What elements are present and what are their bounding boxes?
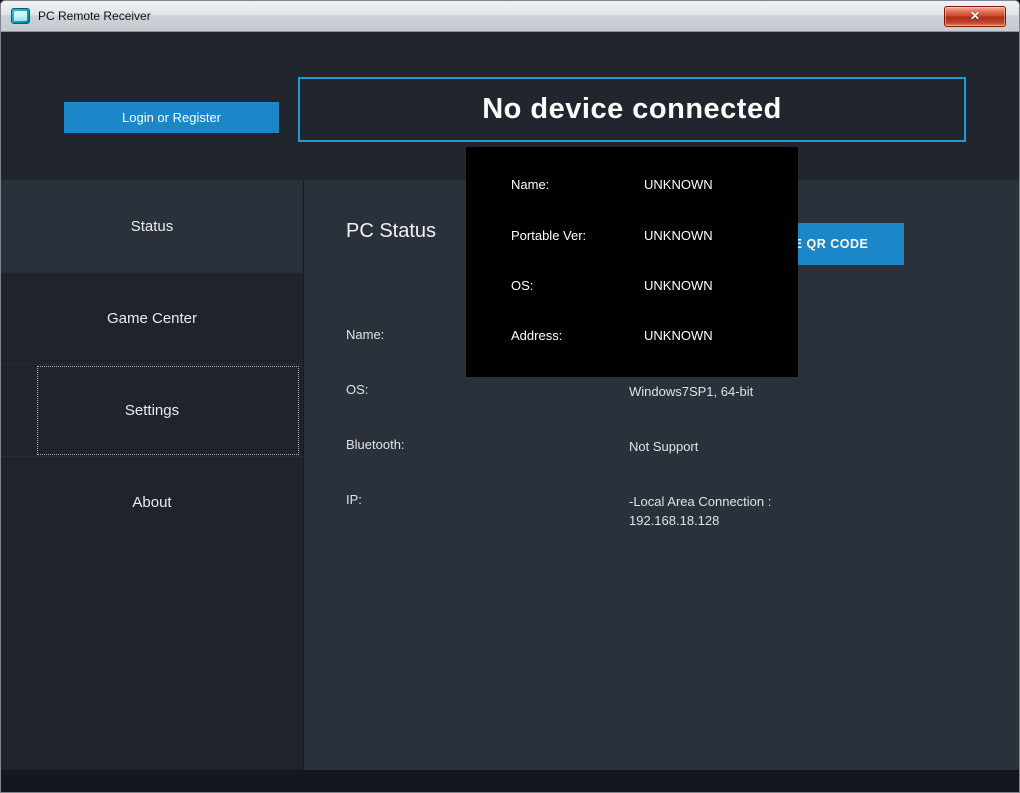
field-value: Not Support	[629, 437, 698, 456]
app-body: Login or Register No device connected St…	[1, 32, 1019, 792]
popup-row-os: OS: UNKNOWN	[466, 278, 798, 298]
popup-label: Name:	[511, 177, 549, 192]
sidebar-nav: Status Game Center Settings About	[1, 180, 304, 770]
app-icon	[11, 8, 30, 24]
field-row-os: OS: Windows7SP1, 64-bit	[304, 382, 1019, 402]
popup-label: OS:	[511, 278, 533, 293]
close-button[interactable]: ✕	[944, 6, 1006, 27]
sidebar-item-game-center[interactable]: Game Center	[1, 272, 303, 364]
field-value: Windows7SP1, 64-bit	[629, 382, 753, 401]
page-title: PC Status	[346, 220, 436, 243]
field-label: Name:	[346, 327, 384, 342]
close-icon: ✕	[970, 9, 980, 23]
popup-row-portable-ver: Portable Ver: UNKNOWN	[466, 228, 798, 248]
popup-value: UNKNOWN	[644, 228, 713, 243]
field-label: Bluetooth:	[346, 437, 405, 452]
popup-label: Address:	[511, 328, 562, 343]
sidebar-item-label: Status	[131, 218, 174, 235]
popup-value: UNKNOWN	[644, 278, 713, 293]
ip-line-2: 192.168.18.128	[629, 513, 719, 528]
sidebar-item-settings[interactable]: Settings	[1, 364, 303, 456]
sidebar-item-label: Game Center	[107, 310, 197, 327]
popup-value: UNKNOWN	[644, 328, 713, 343]
device-connection-text: No device connected	[482, 93, 782, 126]
device-info-popup: Name: UNKNOWN Portable Ver: UNKNOWN OS: …	[466, 147, 798, 377]
window-title: PC Remote Receiver	[38, 9, 151, 23]
popup-value: UNKNOWN	[644, 177, 713, 192]
popup-label: Portable Ver:	[511, 228, 586, 243]
ip-line-1: -Local Area Connection :	[629, 494, 771, 509]
field-label: OS:	[346, 382, 368, 397]
sidebar-item-about[interactable]: About	[1, 456, 303, 548]
field-label: IP:	[346, 492, 362, 507]
field-value: -Local Area Connection : 192.168.18.128	[629, 492, 771, 530]
titlebar: PC Remote Receiver ✕	[1, 1, 1019, 32]
popup-row-address: Address: UNKNOWN	[466, 328, 798, 348]
device-connection-banner: No device connected	[298, 77, 966, 142]
login-register-label: Login or Register	[122, 110, 221, 125]
sidebar-item-label: Settings	[125, 402, 179, 419]
field-row-bluetooth: Bluetooth: Not Support	[304, 437, 1019, 457]
popup-row-name: Name: UNKNOWN	[466, 177, 798, 197]
app-window: PC Remote Receiver ✕ Login or Register N…	[0, 0, 1020, 793]
sidebar-item-label: About	[132, 494, 171, 511]
login-register-button[interactable]: Login or Register	[64, 102, 279, 133]
sidebar-item-status[interactable]: Status	[1, 180, 303, 272]
field-row-ip: IP: -Local Area Connection : 192.168.18.…	[304, 492, 1019, 512]
qr-code-button-label: E QR CODE	[794, 237, 869, 251]
